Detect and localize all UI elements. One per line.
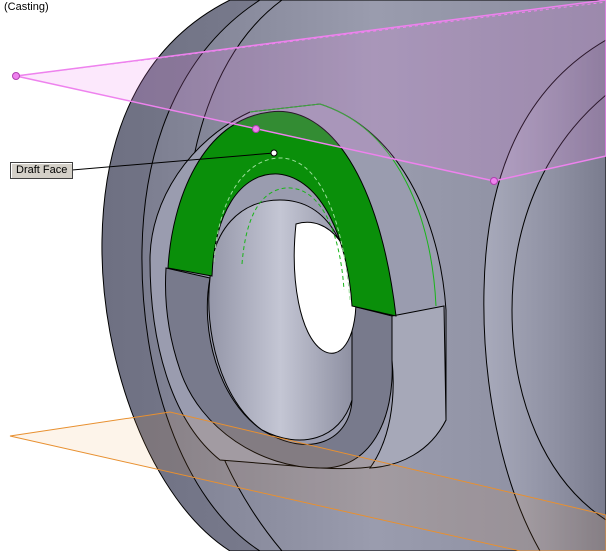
draft-face-callout[interactable]: Draft Face — [10, 162, 74, 179]
viewport-title: (Casting) — [4, 1, 49, 13]
callout-anchor[interactable] — [270, 149, 278, 157]
plane-handle-left[interactable] — [12, 72, 20, 80]
graphics-viewport[interactable]: (Casting) Draft Face — [0, 0, 606, 551]
plane-handle-mid[interactable] — [252, 125, 260, 133]
model-view[interactable] — [0, 0, 606, 551]
plane-handle-right[interactable] — [490, 177, 498, 185]
